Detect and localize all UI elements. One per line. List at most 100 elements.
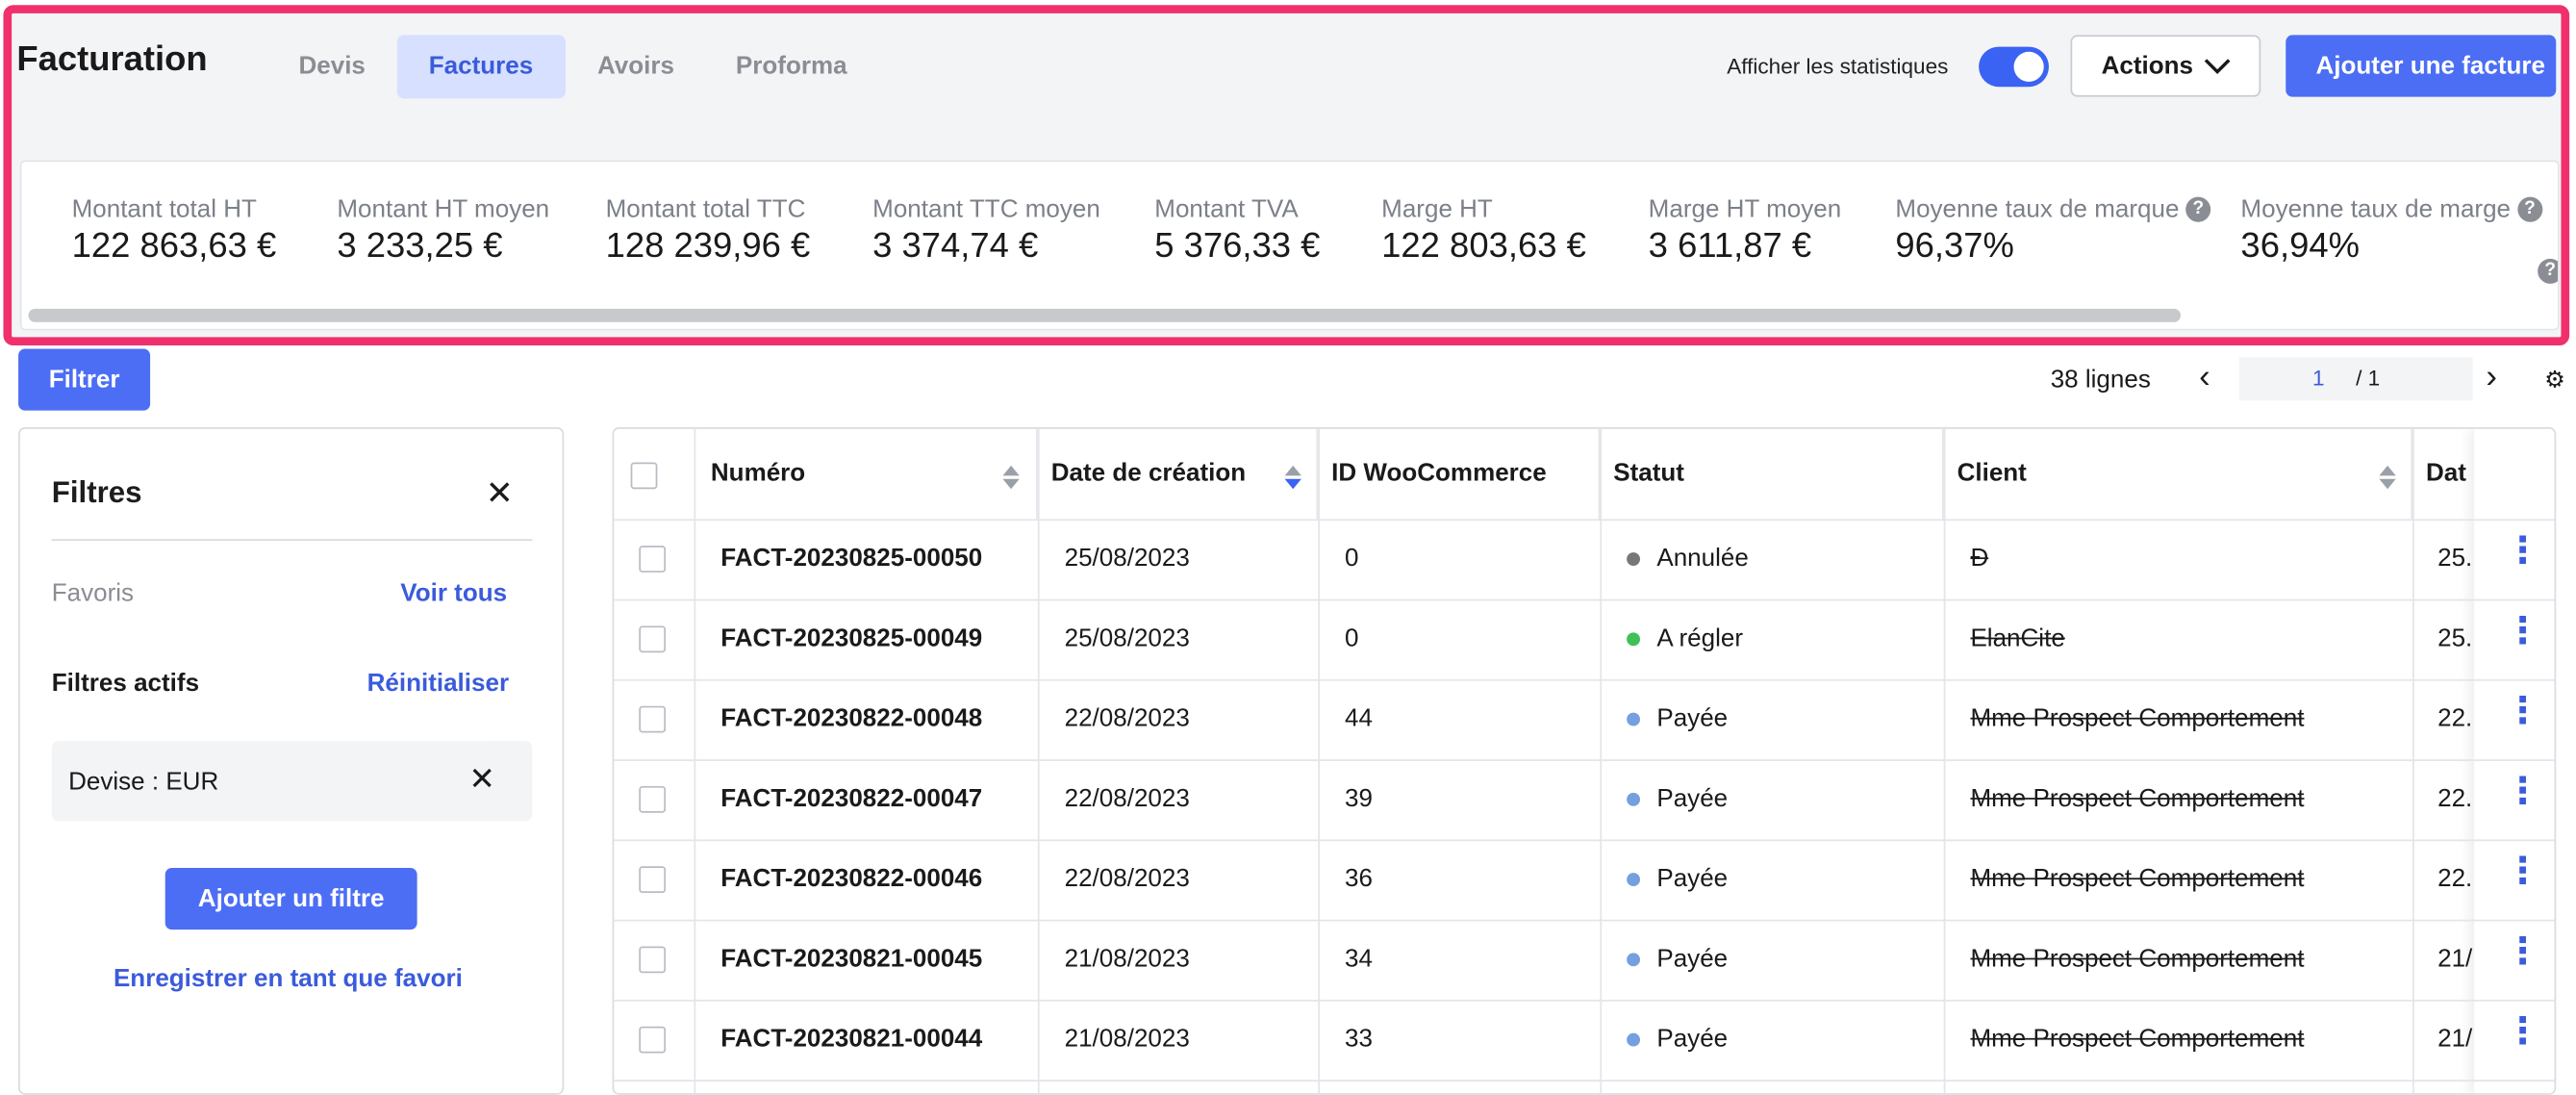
cell-client[interactable]: Mme Prospect Comportement <box>1970 704 2304 732</box>
page-title: Facturation <box>16 39 208 79</box>
stat-value: 122 863,63 € <box>71 226 277 266</box>
cell-numero[interactable]: FACT-20230825-00049 <box>720 624 982 652</box>
cell-statut: Payée <box>1627 704 1728 732</box>
more-options-icon[interactable]: ⋮ <box>2504 772 2540 808</box>
page-input[interactable]: 1 <box>2312 366 2325 391</box>
add-filter-button[interactable]: Ajouter un filtre <box>164 867 417 930</box>
more-options-icon[interactable]: ⋮ <box>2504 612 2540 649</box>
cell-numero[interactable]: FACT-20230825-00050 <box>720 544 982 572</box>
column-header-label: ID WooCommerce <box>1331 458 1547 488</box>
cell-numero[interactable]: FACT-20230821-00044 <box>720 1025 982 1053</box>
more-options-icon[interactable]: ⋮ <box>2504 1012 2540 1049</box>
cell-woo-id: 39 <box>1345 784 1373 813</box>
status-label: Payée <box>1656 703 1729 733</box>
reset-filters-link[interactable]: Réinitialiser <box>367 670 510 698</box>
cell-numero[interactable]: FACT-20230821-00045 <box>720 945 982 973</box>
cell-statut: Annulée <box>1627 544 1749 573</box>
stats-toggle-label: Afficher les statistiques <box>1727 53 1949 79</box>
cell-date2: 21/ <box>2437 1024 2473 1054</box>
column-header-numero[interactable]: Numéro <box>695 428 1038 520</box>
close-icon[interactable]: ✕ <box>486 472 514 514</box>
column-header-statut[interactable]: Statut <box>1600 428 1944 520</box>
cell-statut: Payée <box>1627 945 1728 973</box>
column-header-client[interactable]: Client <box>1944 428 2413 520</box>
stat-margin-ht: Marge HT 122 803,63 € <box>1381 195 1586 267</box>
tab-proforma[interactable]: Proforma <box>704 35 879 98</box>
column-header-label: Date de création <box>1050 458 1247 488</box>
stats-horizontal-scrollbar[interactable] <box>28 308 2181 322</box>
row-checkbox[interactable] <box>639 546 667 573</box>
sort-icon[interactable] <box>1002 462 1020 492</box>
more-options-icon[interactable]: ⋮ <box>2504 932 2540 969</box>
chevron-left-icon[interactable]: ‹ <box>2199 359 2210 397</box>
close-icon[interactable]: ✕ <box>468 761 495 800</box>
column-header-woo-id[interactable]: ID WooCommerce <box>1318 428 1601 520</box>
row-checkbox[interactable] <box>639 785 667 813</box>
cell-client[interactable]: Mme Prospect Comportement <box>1970 1025 2304 1053</box>
stat-label: Montant TVA <box>1154 194 1299 224</box>
cell-numero[interactable]: FACT-20230822-00047 <box>720 784 982 812</box>
cell-numero[interactable]: FACT-20230822-00048 <box>720 704 982 732</box>
status-label: Payée <box>1656 864 1729 893</box>
row-divider <box>614 1080 2555 1082</box>
cell-date2: 25. <box>2437 544 2473 573</box>
row-count: 38 lignes <box>2050 365 2151 395</box>
tab-devis[interactable]: Devis <box>267 35 397 98</box>
status-dot-icon <box>1627 953 1641 967</box>
cell-client[interactable]: ElanCite <box>1970 624 2064 652</box>
stat-value: 96,37% <box>1895 226 2014 266</box>
filter-button[interactable]: Filtrer <box>18 348 151 411</box>
more-options-icon[interactable]: ⋮ <box>2504 852 2540 888</box>
stat-label: Moyenne taux de marge <box>2240 194 2512 224</box>
cell-client[interactable]: Mme Prospect Comportement <box>1970 864 2304 892</box>
save-favorite-link[interactable]: Enregistrer en tant que favori <box>114 965 463 993</box>
stat-label: Montant total HT <box>71 194 257 224</box>
sort-desc-icon[interactable] <box>1284 462 1301 492</box>
status-dot-icon <box>1627 1032 1641 1047</box>
actions-button[interactable]: Actions <box>2070 35 2261 97</box>
cell-client[interactable]: Mme Prospect Comportement <box>1970 945 2304 973</box>
cell-date2: 21/ <box>2437 944 2473 974</box>
active-filters-label: Filtres actifs <box>51 669 200 699</box>
page-total: / 1 <box>2356 365 2381 391</box>
row-checkbox[interactable] <box>639 946 667 974</box>
stat-label: Montant total TTC <box>605 194 806 224</box>
column-header-label: Statut <box>1613 458 1684 488</box>
cell-numero[interactable]: FACT-20230822-00046 <box>720 864 982 892</box>
help-icon[interactable]: ? <box>2516 196 2542 222</box>
filters-title: Filtres <box>51 475 142 510</box>
stat-value: 122 803,63 € <box>1381 226 1586 266</box>
cell-woo-id: 34 <box>1345 944 1373 974</box>
status-label: Payée <box>1656 1024 1729 1054</box>
tab-avoirs[interactable]: Avoirs <box>566 35 706 98</box>
column-header-label: Dat <box>2425 458 2466 488</box>
status-dot-icon <box>1627 792 1641 806</box>
stat-avg-margin-ht: Marge HT moyen 3 611,87 € <box>1649 195 1842 267</box>
row-checkbox[interactable] <box>639 1026 667 1054</box>
gear-icon[interactable]: ⚙ <box>2544 366 2565 394</box>
active-filter-chip-label: Devise : EUR <box>68 767 219 797</box>
help-icon[interactable]: ? <box>2538 258 2558 284</box>
help-icon[interactable]: ? <box>2185 196 2211 222</box>
row-checkbox[interactable] <box>639 625 667 653</box>
select-all-checkbox[interactable] <box>630 462 658 490</box>
cell-statut: Payée <box>1627 864 1729 893</box>
status-dot-icon <box>1627 552 1641 567</box>
stat-label: Montant HT moyen <box>337 194 550 224</box>
stat-avg-ht: Montant HT moyen 3 233,25 € <box>337 195 549 267</box>
chevron-right-icon[interactable]: › <box>2486 359 2497 397</box>
see-all-link[interactable]: Voir tous <box>400 579 507 607</box>
row-checkbox[interactable] <box>639 705 667 733</box>
cell-date2: 22. <box>2437 703 2473 733</box>
row-checkbox[interactable] <box>639 866 667 893</box>
column-header-date[interactable]: Date de création <box>1038 428 1319 520</box>
cell-client[interactable]: Mme Prospect Comportement <box>1970 784 2304 812</box>
more-options-icon[interactable]: ⋮ <box>2504 531 2540 568</box>
actions-button-label: Actions <box>2101 51 2194 81</box>
sort-icon[interactable] <box>2379 462 2396 492</box>
more-options-icon[interactable]: ⋮ <box>2504 692 2540 728</box>
tab-factures[interactable]: Factures <box>396 35 566 99</box>
add-invoice-button[interactable]: Ajouter une facture <box>2286 35 2557 97</box>
stats-toggle[interactable] <box>1979 46 2049 88</box>
cell-client[interactable]: Ð <box>1970 544 1988 572</box>
